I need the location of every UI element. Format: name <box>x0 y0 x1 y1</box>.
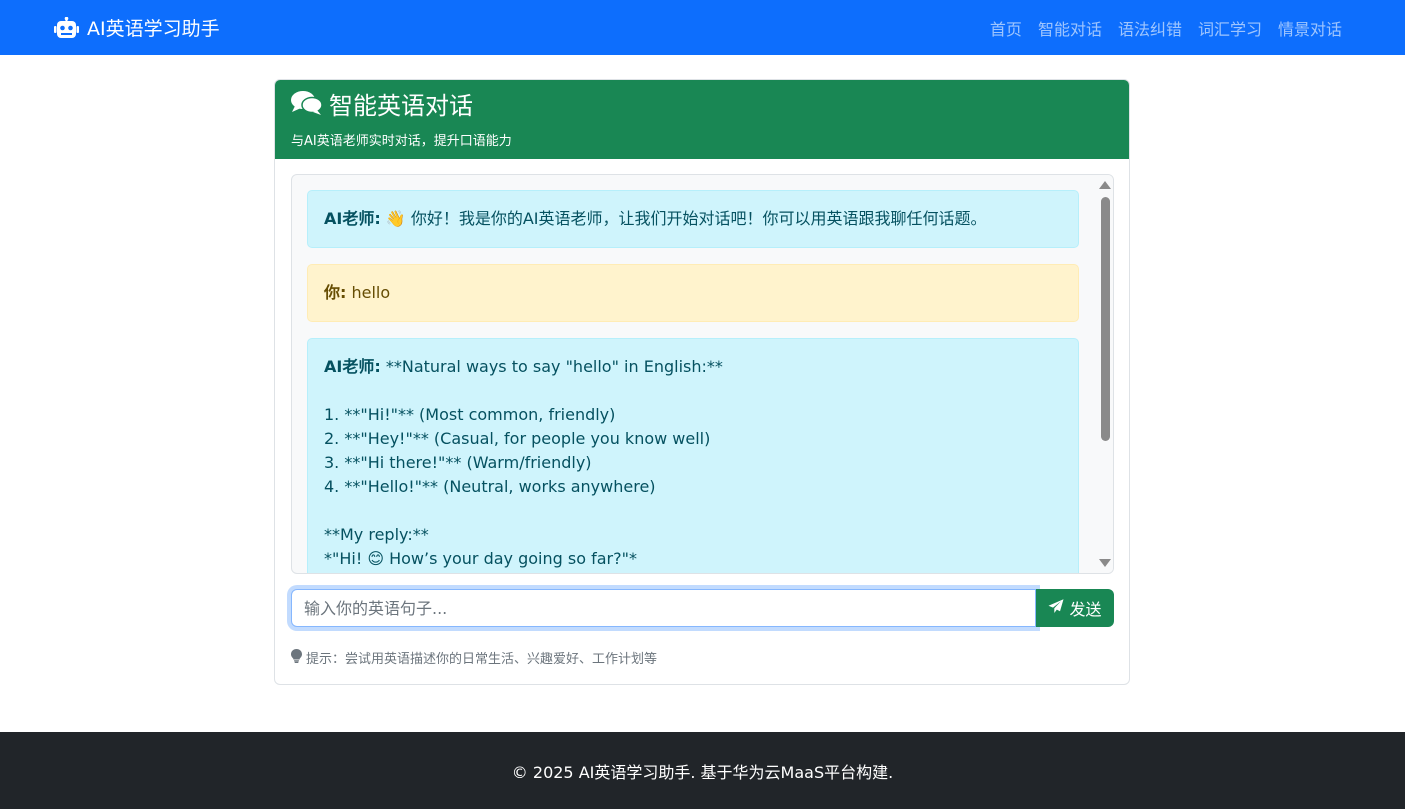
message-text: hello <box>351 283 391 302</box>
hint-text: 提示：尝试用英语描述你的日常生活、兴趣爱好、工作计划等 <box>291 648 657 667</box>
ai-message: AI老师: **Natural ways to say "hello" in E… <box>307 338 1079 573</box>
message-sender: AI老师: <box>324 209 381 228</box>
scrollbar-thumb[interactable] <box>1101 197 1110 441</box>
card-title-text: 智能英语对话 <box>329 91 473 120</box>
card-title: 智能英语对话 <box>291 90 473 121</box>
nav-link-scenario[interactable]: 情景对话 <box>1278 16 1342 40</box>
nav-link-grammar[interactable]: 语法纠错 <box>1118 16 1182 40</box>
ai-message: AI老师: 👋 你好！我是你的AI英语老师，让我们开始对话吧！你可以用英语跟我聊… <box>307 190 1079 248</box>
message-text: 👋 你好！我是你的AI英语老师，让我们开始对话吧！你可以用英语跟我聊任何话题。 <box>385 209 987 228</box>
card-subtitle: 与AI英语老师实时对话，提升口语能力 <box>291 134 512 149</box>
chat-card: 智能英语对话 与AI英语老师实时对话，提升口语能力 AI老师: 👋 你好！我是你… <box>274 79 1130 685</box>
nav-links: 首页 智能对话 语法纠错 词汇学习 情景对话 <box>990 0 1342 55</box>
scroll-up-arrow-icon[interactable] <box>1099 181 1111 189</box>
message-input[interactable] <box>291 589 1036 627</box>
send-button[interactable]: 发送 <box>1036 589 1114 627</box>
comments-icon <box>291 90 323 121</box>
hint-message: 提示：尝试用英语描述你的日常生活、兴趣爱好、工作计划等 <box>306 652 658 667</box>
brand-name: AI英语学习助手 <box>87 18 220 40</box>
footer-copyright: © 2025 AI英语学习助手. 基于华为云MaaS平台构建. <box>511 762 894 782</box>
scroll-down-arrow-icon[interactable] <box>1099 559 1111 567</box>
message-list: AI老师: 👋 你好！我是你的AI英语老师，让我们开始对话吧！你可以用英语跟我聊… <box>307 190 1079 573</box>
robot-icon <box>54 16 79 39</box>
message-sender: 你: <box>324 283 347 302</box>
message-text: **Natural ways to say "hello" in English… <box>324 357 723 568</box>
nav-link-chat[interactable]: 智能对话 <box>1038 16 1102 40</box>
nav-link-vocabulary[interactable]: 词汇学习 <box>1198 16 1262 40</box>
nav-link-home[interactable]: 首页 <box>990 16 1022 40</box>
paper-plane-icon <box>1048 598 1064 618</box>
message-sender: AI老师: <box>324 357 381 376</box>
card-header: 智能英语对话 与AI英语老师实时对话，提升口语能力 <box>275 80 1129 159</box>
chat-scrollbar[interactable] <box>1096 175 1113 573</box>
user-message: 你: hello <box>307 264 1079 322</box>
footer: © 2025 AI英语学习助手. 基于华为云MaaS平台构建. <box>0 732 1405 809</box>
lightbulb-icon <box>291 648 302 667</box>
message-input-group: 发送 <box>291 589 1114 627</box>
send-button-label: 发送 <box>1069 600 1102 619</box>
chat-messages[interactable]: AI老师: 👋 你好！我是你的AI英语老师，让我们开始对话吧！你可以用英语跟我聊… <box>291 174 1114 574</box>
navbar-brand[interactable]: AI英语学习助手 <box>54 0 220 55</box>
navbar: AI英语学习助手 首页 智能对话 语法纠错 词汇学习 情景对话 <box>0 0 1405 55</box>
